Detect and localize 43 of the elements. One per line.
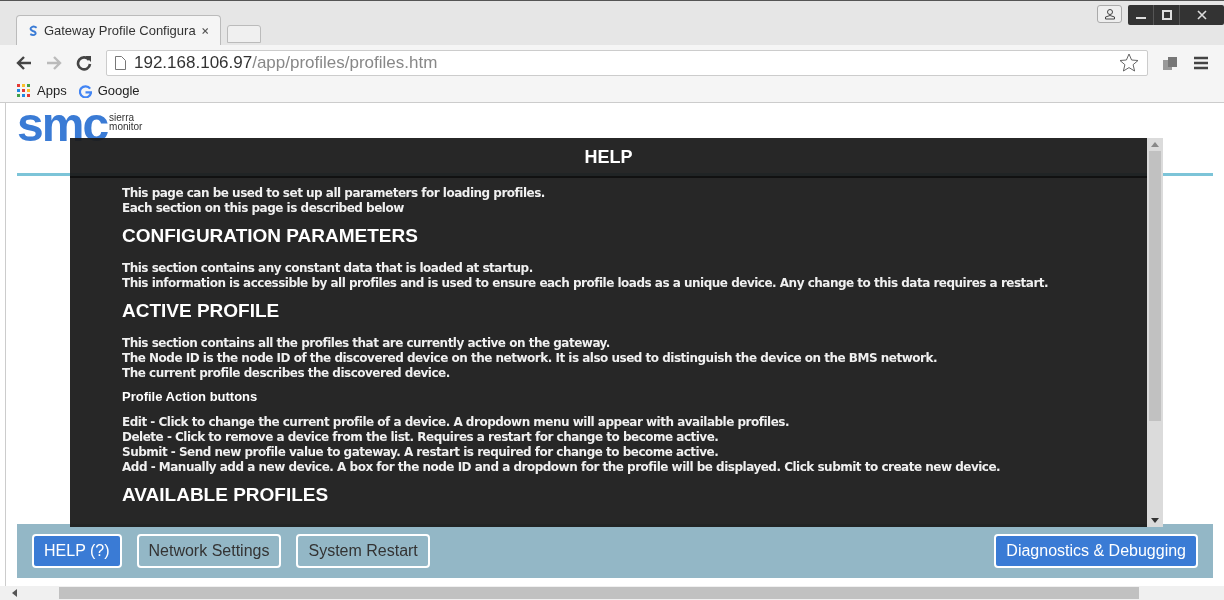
help-text: This section contains all the profiles that are currently active on the gateway. xyxy=(122,336,611,351)
address-bar[interactable]: 192.168.106.97/app/profiles/profiles.htm xyxy=(106,49,1148,76)
horizontal-scrollbar[interactable] xyxy=(0,586,1224,600)
help-text: This information is accessible by all profiles and is used to ensure each profile loads as a unique device. Any change to this data requires a restart. xyxy=(122,276,1050,291)
scroll-left-icon[interactable] xyxy=(12,589,17,597)
close-icon[interactable] xyxy=(1197,10,1207,20)
maximize-icon[interactable] xyxy=(1161,10,1172,20)
subsection-heading: Profile Action buttons xyxy=(122,389,259,405)
help-text: Add - Manually add a new device. A box for the node ID and a dropdown for the profile will be displayed. Click submit to create new device. xyxy=(122,460,1002,475)
help-text: Each section on this page is described below xyxy=(122,201,405,216)
nav-button[interactable]: System Restart xyxy=(296,534,430,568)
nav-button[interactable]: HELP (?) xyxy=(32,534,122,568)
bookmark-item[interactable]: Apps xyxy=(17,81,67,101)
page-icon xyxy=(115,55,126,70)
section-heading: AVAILABLE PROFILES xyxy=(122,484,330,506)
help-text: The current profile describes the discovered device. xyxy=(122,366,451,381)
back-icon[interactable] xyxy=(16,55,32,70)
section-heading: ACTIVE PROFILE xyxy=(122,300,281,322)
help-text: Submit - Send new profile value to gateway. A restart is required for change to become active. xyxy=(122,445,720,460)
nav-button[interactable]: Diagnostics & Debugging xyxy=(994,534,1198,568)
url-text: 192.168.106.97/app/profiles/profiles.htm xyxy=(134,51,439,74)
help-text: This section contains any constant data that is loaded at startup. xyxy=(122,261,534,276)
menu-icon[interactable] xyxy=(1194,55,1208,70)
close-icon[interactable] xyxy=(201,25,208,36)
person-icon xyxy=(1103,8,1116,20)
star-icon[interactable] xyxy=(1119,53,1139,72)
bookmark-item[interactable]: Google xyxy=(78,81,140,101)
extension-icon[interactable] xyxy=(1162,54,1180,71)
reload-icon[interactable] xyxy=(76,54,92,71)
help-text: Edit - Click to change the current profile of a device. A dropdown menu will appear with available profiles. xyxy=(122,415,791,430)
grid-icon xyxy=(17,84,31,98)
tab-title: Gateway Profile Configura xyxy=(43,21,196,40)
browser-tab[interactable]: Gateway Profile Configura xyxy=(16,15,221,45)
profile-button[interactable] xyxy=(1097,5,1122,23)
help-text: This page can be used to set up all parameters for loading profiles. xyxy=(122,186,546,201)
scroll-up-icon[interactable] xyxy=(1151,142,1159,147)
nav-button[interactable]: Network Settings xyxy=(136,534,282,568)
help-text: Delete - Click to remove a device from the list. Requires a restart for change to become active. xyxy=(122,430,720,445)
vertical-scrollbar[interactable] xyxy=(1147,138,1163,527)
help-text: The Node ID is the node ID of the discovered device on the network. It is also used to distinguish the device on the BMS network. xyxy=(122,351,938,366)
help-title: HELP xyxy=(584,145,633,169)
section-heading: CONFIGURATION PARAMETERS xyxy=(122,225,419,247)
g-logo-icon xyxy=(78,84,92,98)
